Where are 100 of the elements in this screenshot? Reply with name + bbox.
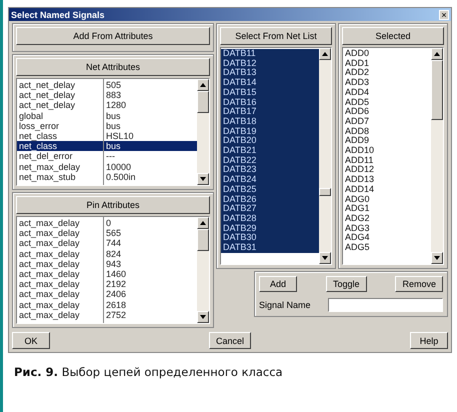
help-button[interactable]: Help [410, 332, 448, 349]
attribute-name[interactable]: act_max_delay [17, 228, 103, 238]
signal-item[interactable]: ADD6 [343, 107, 431, 117]
signal-item[interactable]: ADG4 [343, 233, 431, 244]
attribute-name[interactable]: loss_error [17, 120, 103, 132]
close-button[interactable]: × [439, 10, 449, 20]
signal-item[interactable]: ADD4 [343, 88, 431, 98]
attribute-name[interactable]: global [17, 110, 103, 121]
signal-item[interactable]: DATB27 [221, 204, 319, 214]
scroll-up-icon[interactable] [197, 79, 209, 91]
attribute-name[interactable]: net_class [17, 141, 103, 152]
attribute-value[interactable]: 505 [104, 80, 197, 90]
signal-item[interactable]: DATB13 [221, 68, 319, 78]
scrollbar[interactable] [197, 217, 209, 323]
attribute-value[interactable]: 883 [104, 90, 197, 100]
attribute-value[interactable]: 2752 [104, 310, 197, 320]
signal-item[interactable]: DATB14 [221, 78, 319, 88]
attribute-name[interactable]: act_net_delay [17, 80, 103, 90]
attribute-value[interactable]: 2618 [104, 300, 197, 310]
signal-item[interactable]: ADD0 [343, 49, 431, 59]
attribute-name[interactable]: act_max_delay [17, 289, 103, 300]
column-header[interactable]: Pin Attributes [16, 196, 210, 214]
attribute-name[interactable]: act_max_delay [17, 218, 103, 228]
signal-item[interactable]: ADG0 [343, 194, 431, 204]
signal-item[interactable]: ADG3 [343, 224, 431, 234]
signal-item[interactable]: ADD1 [343, 58, 431, 68]
signal-item[interactable]: ADD10 [343, 146, 431, 156]
attribute-name[interactable]: act_max_delay [17, 300, 103, 310]
attribute-value[interactable]: 0.500in [104, 172, 197, 182]
signal-item[interactable]: DATB17 [221, 107, 319, 117]
signal-item[interactable]: DATB23 [221, 165, 319, 176]
attribute-value[interactable]: 2192 [104, 279, 197, 290]
attribute-value[interactable]: bus [104, 110, 197, 121]
cancel-button[interactable]: Cancel [208, 332, 251, 349]
signal-item[interactable]: DATB25 [221, 184, 319, 195]
scroll-thumb[interactable] [319, 188, 331, 196]
scroll-thumb[interactable] [197, 229, 209, 251]
signal-item[interactable]: ADG1 [343, 204, 431, 214]
signal-item[interactable]: DATB28 [221, 214, 319, 224]
scrollbar[interactable] [319, 48, 331, 264]
scroll-down-icon[interactable] [197, 311, 209, 323]
signal-item[interactable]: ADD11 [343, 156, 431, 166]
attribute-name[interactable]: net_max_stub [17, 172, 103, 182]
attribute-name[interactable]: act_max_delay [17, 310, 103, 320]
attribute-name[interactable]: net_max_delay [17, 162, 103, 172]
attribute-value[interactable]: 824 [104, 248, 197, 259]
signal-item[interactable]: DATB12 [221, 58, 319, 68]
signal-name-field[interactable] [328, 298, 443, 312]
scroll-thumb[interactable] [197, 91, 209, 113]
scroll-up-icon[interactable] [197, 217, 209, 229]
scroll-thumb[interactable] [431, 60, 443, 120]
scrollbar[interactable] [431, 48, 443, 264]
column-header[interactable]: Selected [342, 27, 444, 45]
attribute-value[interactable]: 2406 [104, 289, 197, 300]
attribute-value[interactable]: 10000 [104, 162, 197, 172]
signal-item[interactable]: DATB21 [221, 146, 319, 156]
signal-item[interactable]: DATB11 [221, 49, 319, 59]
signal-item[interactable]: DATB20 [221, 136, 319, 146]
signal-item[interactable]: DATB16 [221, 98, 319, 108]
attribute-value[interactable]: --- [104, 151, 197, 162]
column-header[interactable]: Select From Net List [220, 27, 332, 45]
attribute-value[interactable]: bus [104, 120, 197, 132]
scroll-down-icon[interactable] [431, 252, 443, 264]
attribute-name[interactable]: act_max_delay [17, 279, 103, 290]
signal-item[interactable]: DATB26 [221, 194, 319, 204]
attribute-value[interactable]: bus [104, 141, 197, 152]
signal-item[interactable]: ADD3 [343, 78, 431, 88]
attribute-value[interactable]: 744 [104, 238, 197, 249]
signal-item[interactable]: ADG2 [343, 214, 431, 224]
signal-item[interactable]: ADD12 [343, 165, 431, 176]
signal-item[interactable]: DATB30 [221, 233, 319, 244]
signal-item[interactable]: ADD8 [343, 126, 431, 136]
column-header[interactable]: Net Attributes [16, 58, 210, 76]
attribute-value[interactable]: 1280 [104, 100, 197, 111]
signal-item[interactable]: DATB15 [221, 88, 319, 98]
signal-item[interactable]: ADD5 [343, 98, 431, 108]
signal-item[interactable]: DATB18 [221, 116, 319, 127]
scroll-up-icon[interactable] [431, 48, 443, 60]
attribute-name[interactable]: act_net_delay [17, 100, 103, 111]
remove-button[interactable]: Remove [395, 276, 443, 292]
attribute-value[interactable]: HSL10 [104, 131, 197, 142]
signal-item[interactable]: ADD14 [343, 184, 431, 195]
attribute-name[interactable]: net_class [17, 131, 103, 142]
signal-item[interactable]: DATB31 [221, 243, 319, 253]
signal-item[interactable]: ADD9 [343, 136, 431, 146]
signal-item[interactable]: ADG5 [343, 243, 431, 253]
attribute-value[interactable]: 565 [104, 228, 197, 238]
scroll-up-icon[interactable] [319, 48, 331, 60]
signal-item[interactable]: DATB29 [221, 224, 319, 234]
attribute-value[interactable]: 1460 [104, 269, 197, 280]
signal-item[interactable]: DATB24 [221, 175, 319, 185]
scrollbar[interactable] [197, 79, 209, 185]
attribute-name[interactable]: act_max_delay [17, 248, 103, 259]
add-button[interactable]: Add [259, 276, 297, 292]
attribute-name[interactable]: act_max_delay [17, 258, 103, 270]
signal-item[interactable]: ADD2 [343, 68, 431, 78]
attribute-value[interactable]: 0 [104, 218, 197, 228]
signal-item[interactable]: DATB19 [221, 126, 319, 136]
attribute-name[interactable]: act_max_delay [17, 238, 103, 249]
add-from-attributes-button[interactable]: Add From Attributes [16, 27, 210, 45]
